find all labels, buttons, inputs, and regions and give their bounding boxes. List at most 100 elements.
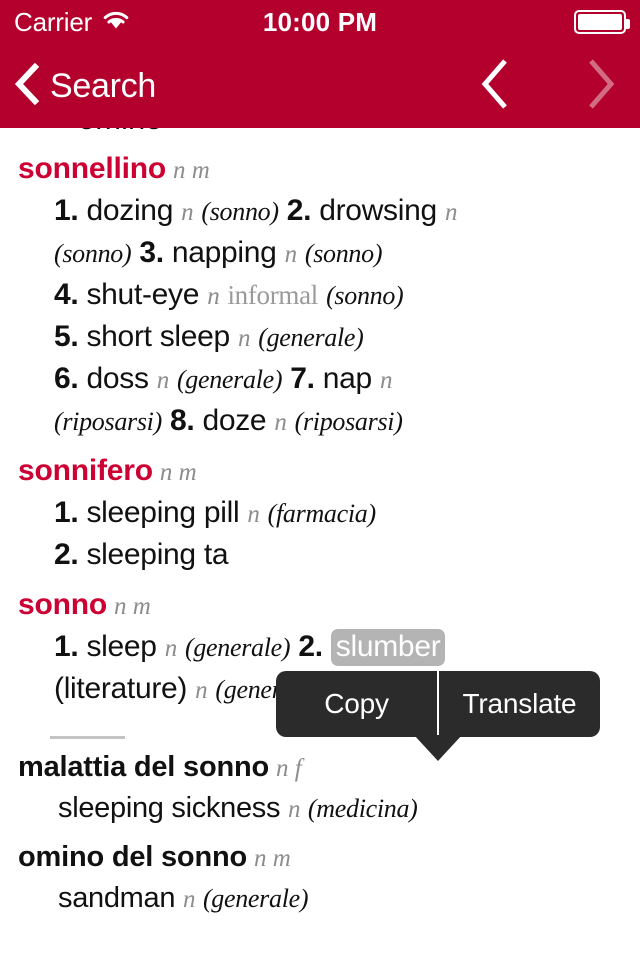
- sense-line: 1. sleeping pill n (farmacia): [54, 492, 622, 534]
- next-entry-button[interactable]: [584, 56, 618, 117]
- sense-list: 1. sleeping pill n (farmacia) 2. sleeping…: [18, 492, 622, 576]
- history-navigation: [478, 56, 618, 117]
- part-of-speech: n m: [173, 157, 210, 184]
- sense-token-g: n: [247, 501, 260, 528]
- previous-entry-button[interactable]: [478, 56, 512, 117]
- selected-word[interactable]: slumber: [330, 629, 446, 666]
- sense-token-g: n: [287, 796, 301, 823]
- sense-token-num: 4.: [54, 278, 79, 311]
- navigation-bar: Search: [0, 44, 640, 128]
- sense-token-g: n: [379, 367, 393, 394]
- sense-token-ctx: (generale): [185, 633, 291, 662]
- sense-token-ctx: (sonno): [54, 239, 132, 268]
- clipped-previous-entry: omino: [18, 128, 622, 138]
- status-bar-time: 10:00 PM: [262, 6, 378, 37]
- sense-token-g: n: [156, 367, 170, 394]
- sense-line: 4. shut-eye n informal (sonno): [54, 274, 622, 316]
- sense-token-gloss: drowsing: [319, 194, 437, 227]
- back-button-label: Search: [50, 66, 156, 105]
- status-bar: Carrier 10:00 PM: [0, 0, 640, 44]
- sense-token-num: 1.: [54, 496, 79, 529]
- chevron-left-icon: [14, 62, 40, 111]
- sense-list: 1. dozing n (sonno) 2. drowsing n (sonno)…: [18, 190, 622, 442]
- sense-token-gloss: doze: [202, 404, 267, 437]
- sense-token-num: 8.: [169, 404, 195, 437]
- sense-token-gloss: sleeping sickness: [58, 792, 281, 824]
- part-of-speech: n f: [276, 755, 302, 782]
- translate-button[interactable]: Translate: [439, 671, 600, 737]
- headword-line: sonnifero n m: [18, 456, 622, 486]
- headword[interactable]: sonnifero: [18, 454, 153, 487]
- sense-token-g: n: [444, 199, 458, 226]
- sense-token-g: n: [237, 325, 251, 352]
- sense-token-ctx: (sonno): [326, 281, 404, 310]
- part-of-speech: n m: [114, 593, 151, 620]
- sense-token-gloss: doss: [86, 362, 149, 395]
- sense-token-ctx: (farmacia): [267, 499, 377, 528]
- sense-token-ctx: (medicina): [307, 794, 418, 823]
- sense-token-ctx: (generale): [176, 365, 283, 394]
- menu-pointer-arrow: [414, 735, 462, 761]
- sense-token-num: 2.: [54, 538, 79, 571]
- sense-token-num: 5.: [54, 320, 79, 353]
- sense-token-num: 2.: [286, 194, 312, 227]
- sense-line: 6. doss n (generale) 7. nap n: [54, 358, 622, 400]
- back-button[interactable]: Search: [14, 62, 156, 111]
- sense-line: sandman n (generale): [58, 878, 622, 919]
- sense-token-ctx: (generale): [258, 323, 364, 352]
- sense-token-ctx: (sonno): [304, 239, 383, 268]
- text-selection-menu[interactable]: Copy Translate: [276, 671, 600, 737]
- sense-token-num: 7.: [290, 362, 315, 395]
- entry-list: sonnellino n m 1. dozing n (sonno) 2. drow…: [18, 154, 622, 710]
- dictionary-content[interactable]: omino sonnellino n m 1. dozing n (sonno) 2…: [0, 128, 640, 960]
- sense-token-g: n: [182, 885, 196, 913]
- sense-token-num: 1.: [54, 194, 79, 227]
- sense-token-gloss: napping: [171, 236, 277, 269]
- sense-token-plain: (literature): [54, 672, 188, 705]
- sense-token-gloss: sandman: [58, 881, 176, 914]
- sense-token-num: 6.: [54, 362, 79, 395]
- headword[interactable]: sonno: [18, 588, 107, 621]
- sense-token-g: n: [181, 199, 194, 226]
- sense-token-g: n: [207, 283, 220, 310]
- sense-token-gloss: sleep: [86, 630, 157, 663]
- sense-token-gloss: nap: [322, 362, 372, 395]
- sense-token-g: n: [164, 635, 178, 662]
- dictionary-entry: sonnellino n m 1. dozing n (sonno) 2. drow…: [18, 154, 622, 442]
- battery-full-icon: [574, 10, 630, 34]
- sense-token-num: 2.: [298, 630, 323, 663]
- sense-line: (riposarsi) 8. doze n (riposarsi): [54, 400, 622, 442]
- compound-entry-list: malattia del sonno n f sleeping sickness n…: [18, 753, 622, 918]
- compound-entry: malattia del sonno n f sleeping sickness n…: [18, 753, 622, 829]
- sense-token-ctx: (generale): [202, 883, 309, 913]
- sense-line: (sonno) 3. napping n (sonno): [54, 232, 622, 274]
- sense-list: sandman n (generale): [18, 878, 622, 919]
- sense-token-num: 1.: [54, 630, 79, 663]
- sense-line: sleeping sickness n (medicina): [58, 788, 622, 829]
- sense-line: 1. sleep n (generale) 2. slumber: [54, 626, 622, 668]
- sense-token-gloss: short sleep: [86, 320, 230, 353]
- sense-token-g: n: [195, 677, 208, 704]
- sense-token-reg: informal: [227, 280, 319, 310]
- section-divider: [50, 736, 125, 739]
- sense-token-g: n: [284, 241, 298, 268]
- headword-line: omino del sonno n m: [18, 841, 622, 873]
- sense-token-gloss: sleeping pill: [86, 496, 240, 529]
- sense-line: 2. sleeping ta: [54, 534, 622, 576]
- sense-list: sleeping sickness n (medicina): [18, 788, 622, 829]
- sense-line: 5. short sleep n (generale): [54, 316, 622, 358]
- copy-button[interactable]: Copy: [276, 671, 437, 737]
- sense-token-gloss: sleeping ta: [86, 538, 229, 571]
- sense-token-num: 3.: [139, 236, 164, 269]
- part-of-speech: n m: [159, 459, 197, 486]
- battery-fill: [578, 14, 622, 30]
- compound-entry: omino del sonno n m sandman n (generale): [18, 841, 622, 919]
- headword[interactable]: omino del sonno: [18, 841, 247, 873]
- sense-line: 1. dozing n (sonno) 2. drowsing n: [54, 190, 622, 232]
- headword[interactable]: sonnellino: [18, 152, 166, 185]
- headword-line: sonnellino n m: [18, 154, 622, 184]
- headword-line: malattia del sonno n f: [18, 753, 622, 782]
- sense-token-ctx: (riposarsi): [54, 407, 162, 436]
- sense-token-gloss: shut-eye: [86, 278, 200, 311]
- headword[interactable]: malattia del sonno: [18, 751, 269, 783]
